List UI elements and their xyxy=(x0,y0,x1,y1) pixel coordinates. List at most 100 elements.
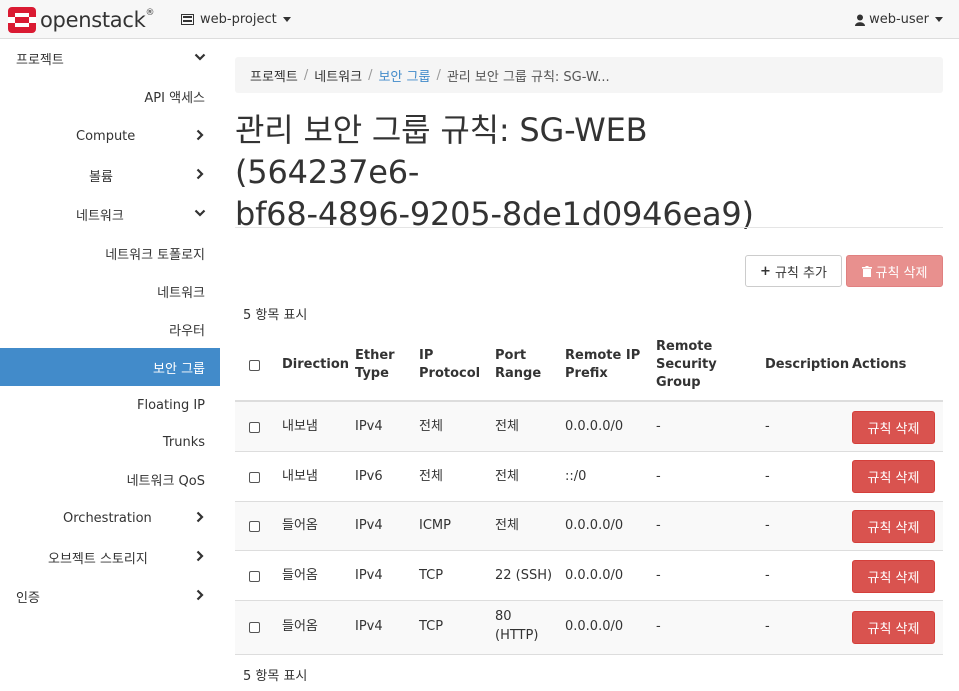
cell-direction: 들어옴 xyxy=(282,518,318,533)
cell-remote-sg: - xyxy=(656,518,661,533)
chevron-right-icon xyxy=(196,129,204,141)
sidebar-item-label: Floating IP xyxy=(136,397,205,413)
cell-ether-type: IPv4 xyxy=(355,419,383,434)
delete-rule-button[interactable]: 규칙 삭제 xyxy=(852,411,935,444)
sidebar-item-orchestration[interactable]: Orchestration xyxy=(0,499,220,537)
table-row: 들어옴 IPv4 TCP 80 (HTTP) 0.0.0.0/0 - - 규칙 삭… xyxy=(235,601,943,655)
sidebar-item-network-topology[interactable]: 네트워크 토폴로지 xyxy=(0,234,220,272)
cell-ether-type: IPv4 xyxy=(355,518,383,533)
header-ether-type[interactable]: Ether Type xyxy=(355,347,395,383)
table-row: 내보냄 IPv4 전체 전체 0.0.0.0/0 - - 규칙 삭제 xyxy=(235,402,943,452)
server-icon xyxy=(181,14,194,25)
cell-port-range: 80 (HTTP) xyxy=(495,609,539,643)
cell-description: - xyxy=(765,419,770,434)
caret-down-icon xyxy=(282,17,291,22)
chevron-right-icon xyxy=(196,511,204,523)
sidebar-item-volumes[interactable]: 볼륨 xyxy=(0,156,220,194)
header-description[interactable]: Description xyxy=(765,356,849,374)
breadcrumb-project[interactable]: 프로젝트 xyxy=(250,66,298,85)
sidebar-item-project[interactable]: 프로젝트 xyxy=(0,39,220,77)
cell-ip-protocol: 전체 xyxy=(419,419,443,434)
delete-rule-button[interactable]: 규칙 삭제 xyxy=(852,510,935,543)
cell-port-range: 전체 xyxy=(495,469,519,484)
cell-direction: 들어옴 xyxy=(282,619,318,634)
delete-rule-button[interactable]: 규칙 삭제 xyxy=(852,560,935,593)
sidebar: 프로젝트 API 액세스 Compute 볼륨 네트워크 네트워크 토폴로지 네… xyxy=(0,39,220,691)
chevron-right-icon xyxy=(196,168,204,180)
header-remote-ip-prefix[interactable]: Remote IP Prefix xyxy=(565,347,640,383)
sidebar-item-api-access[interactable]: API 액세스 xyxy=(0,77,220,115)
delete-rule-button[interactable]: 규칙 삭제 xyxy=(852,460,935,493)
cell-remote-sg: - xyxy=(656,419,661,434)
openstack-logo-icon xyxy=(8,7,36,33)
sidebar-item-label: 네트워크 QoS xyxy=(126,473,205,489)
delete-rules-button[interactable]: 규칙 삭제 xyxy=(846,255,943,287)
header-direction[interactable]: Direction xyxy=(282,356,349,374)
row-checkbox[interactable] xyxy=(249,422,260,433)
project-dropdown[interactable]: web-project xyxy=(181,12,291,27)
user-dropdown[interactable]: web-user xyxy=(855,12,943,27)
cell-ip-protocol: 전체 xyxy=(419,469,443,484)
sidebar-item-network-group[interactable]: 네트워크 xyxy=(0,195,220,233)
row-checkbox[interactable] xyxy=(249,622,260,633)
add-rule-button[interactable]: + 규칙 추가 xyxy=(745,255,842,287)
cell-description: - xyxy=(765,619,770,634)
sidebar-item-security-groups[interactable]: 보안 그룹 xyxy=(0,348,220,386)
cell-remote-ip: 0.0.0.0/0 xyxy=(565,518,624,533)
cell-ether-type: IPv4 xyxy=(355,619,383,634)
item-count-bottom: 5 항목 표시 xyxy=(243,669,308,684)
cell-port-range: 22 (SSH) xyxy=(495,568,553,583)
sidebar-item-networks[interactable]: 네트워크 xyxy=(0,272,220,310)
sidebar-item-label: 오브젝트 스토리지 xyxy=(48,551,148,567)
row-checkbox[interactable] xyxy=(249,521,260,532)
sidebar-item-compute[interactable]: Compute xyxy=(0,117,220,155)
table-row: 들어옴 IPv4 TCP 22 (SSH) 0.0.0.0/0 - - 규칙 삭… xyxy=(235,551,943,601)
cell-ether-type: IPv6 xyxy=(355,469,383,484)
cell-description: - xyxy=(765,518,770,533)
caret-down-icon xyxy=(935,17,943,22)
sidebar-item-label: Orchestration xyxy=(63,510,152,526)
sidebar-item-label: 인증 xyxy=(16,590,40,606)
row-checkbox[interactable] xyxy=(249,571,260,582)
cell-remote-sg: - xyxy=(656,619,661,634)
delete-rule-button[interactable]: 규칙 삭제 xyxy=(852,611,935,644)
sidebar-item-label: 네트워크 xyxy=(157,285,205,301)
sidebar-item-floating-ip[interactable]: Floating IP xyxy=(0,386,220,424)
user-name: web-user xyxy=(869,12,929,27)
cell-remote-ip: 0.0.0.0/0 xyxy=(565,419,624,434)
cell-remote-sg: - xyxy=(656,469,661,484)
title-divider xyxy=(235,227,943,228)
cell-remote-ip: 0.0.0.0/0 xyxy=(565,619,624,634)
cell-description: - xyxy=(765,469,770,484)
cell-direction: 내보냄 xyxy=(282,419,318,434)
sidebar-item-label: API 액세스 xyxy=(144,90,205,106)
sidebar-item-routers[interactable]: 라우터 xyxy=(0,310,220,348)
breadcrumb: 프로젝트 / 네트워크 / 보안 그룹 / 관리 보안 그룹 규칙: SG-W.… xyxy=(235,57,943,93)
sidebar-item-identity[interactable]: 인증 xyxy=(0,577,220,615)
cell-remote-sg: - xyxy=(656,568,661,583)
user-icon xyxy=(855,14,866,26)
sidebar-item-label: 보안 그룹 xyxy=(153,361,205,377)
breadcrumb-network[interactable]: 네트워크 xyxy=(314,66,362,85)
sidebar-item-label: 프로젝트 xyxy=(16,52,64,68)
item-count-top: 5 항목 표시 xyxy=(243,308,308,323)
brand-logo-link[interactable]: openstack® xyxy=(8,6,154,34)
sidebar-item-object-storage[interactable]: 오브젝트 스토리지 xyxy=(0,538,220,576)
table-row: 내보냄 IPv6 전체 전체 ::/0 - - 규칙 삭제 xyxy=(235,452,943,502)
breadcrumb-security-groups[interactable]: 보안 그룹 xyxy=(378,66,430,85)
sidebar-item-trunks[interactable]: Trunks xyxy=(0,423,220,461)
sidebar-item-network-qos[interactable]: 네트워크 QoS xyxy=(0,460,220,498)
select-all-checkbox[interactable] xyxy=(249,360,260,371)
cell-ether-type: IPv4 xyxy=(355,568,383,583)
row-checkbox[interactable] xyxy=(249,472,260,483)
header-port-range[interactable]: Port Range xyxy=(495,347,541,383)
cell-description: - xyxy=(765,568,770,583)
cell-ip-protocol: TCP xyxy=(419,619,444,634)
cell-remote-ip: ::/0 xyxy=(565,469,587,484)
sidebar-item-label: 볼륨 xyxy=(89,169,113,185)
header-ip-protocol[interactable]: IP Protocol xyxy=(419,347,480,383)
sidebar-item-label: Trunks xyxy=(162,434,205,450)
header-remote-security-group[interactable]: Remote Security Group xyxy=(656,338,717,392)
cell-direction: 내보냄 xyxy=(282,469,318,484)
cell-port-range: 전체 xyxy=(495,518,519,533)
